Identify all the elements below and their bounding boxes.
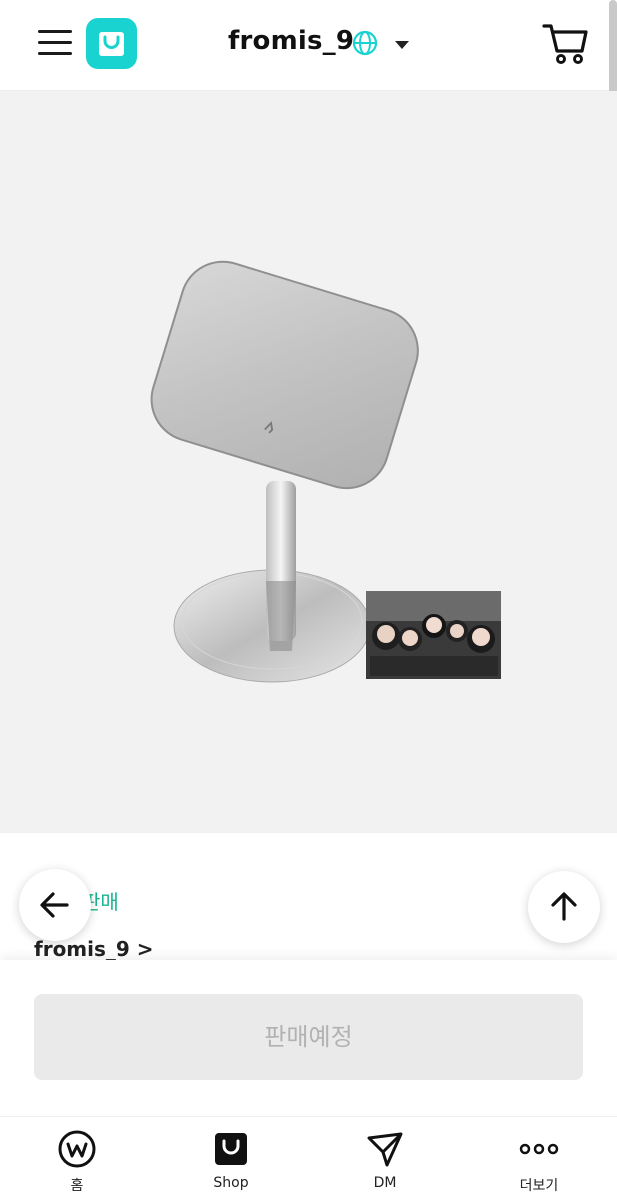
tab-dm[interactable]: DM — [308, 1117, 462, 1201]
tab-home[interactable]: 홈 — [0, 1117, 154, 1201]
tab-more-label: 더보기 — [519, 1178, 559, 1194]
product-image — [0, 91, 617, 833]
weverse-home-icon — [58, 1130, 96, 1168]
shop-bag-icon — [215, 1133, 247, 1165]
cart-icon[interactable] — [540, 20, 590, 66]
tab-shop[interactable]: Shop — [154, 1117, 308, 1201]
shop-bag-icon[interactable] — [86, 18, 137, 69]
dm-icon — [367, 1132, 403, 1167]
tab-more[interactable]: 더보기 — [462, 1117, 616, 1201]
tab-dm-label: DM — [373, 1175, 397, 1191]
back-button[interactable] — [19, 869, 91, 941]
scrollbar[interactable] — [609, 0, 617, 104]
arrow-up-icon — [551, 892, 577, 921]
globe-icon[interactable] — [352, 30, 378, 56]
caret-down-icon[interactable] — [394, 36, 410, 49]
more-icon — [519, 1143, 559, 1155]
hamburger-icon[interactable] — [38, 30, 72, 56]
coming-soon-button[interactable]: 판매예정 — [34, 994, 583, 1080]
artist-title[interactable]: fromis_9 — [228, 26, 354, 56]
bottom-tab-bar: 홈 Shop DM 더보기 — [0, 1116, 617, 1201]
tab-shop-label: Shop — [213, 1175, 249, 1191]
arrow-left-icon — [40, 892, 69, 918]
scroll-top-button[interactable] — [528, 871, 600, 943]
tab-home-label: 홈 — [70, 1178, 84, 1194]
cta-label: 판매예정 — [264, 1023, 353, 1051]
app-header: fromis_9 — [0, 0, 617, 91]
